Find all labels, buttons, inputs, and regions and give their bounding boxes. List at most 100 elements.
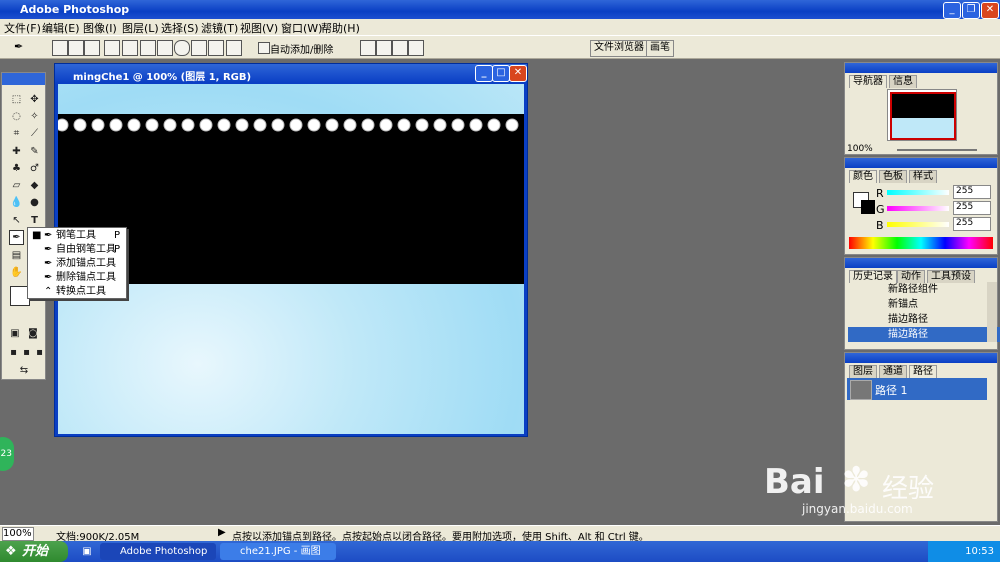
flyout-item-delete-anchor[interactable]: ✒ 删除锚点工具 [28, 271, 126, 285]
channel-b-value[interactable]: 255 [953, 217, 991, 231]
brushes-well[interactable]: 画笔 [646, 40, 674, 57]
menu-select[interactable]: 选择(S) [161, 20, 199, 36]
close-button[interactable]: ✕ [981, 2, 999, 19]
menu-filter[interactable]: 滤镜(T) [201, 20, 238, 36]
pen-preset-icon[interactable]: ✒ [14, 40, 28, 54]
bg-color-chip[interactable] [861, 200, 875, 214]
channel-b-slider[interactable] [887, 222, 949, 227]
panel-title-bar [845, 353, 997, 363]
fill-pixels-button[interactable] [84, 40, 100, 56]
flyout-item-add-anchor[interactable]: ✒ 添加锚点工具 [28, 257, 126, 271]
status-arrow-icon[interactable]: ▶ [218, 527, 226, 538]
watermark-brand2: 经验 [882, 474, 935, 504]
status-zoom[interactable]: 100% [2, 527, 34, 541]
rounded-rect-option[interactable] [157, 40, 173, 56]
history-scrollbar[interactable] [987, 282, 997, 342]
paint-bucket-icon[interactable]: ◆ [28, 179, 41, 192]
history-brush-icon[interactable]: ♂ [28, 162, 41, 175]
crop-icon[interactable]: ⌗ [10, 127, 23, 140]
menu-file[interactable]: 文件(F) [4, 20, 41, 36]
start-button[interactable]: ❖ 开始 [0, 541, 68, 562]
custom-shape-option[interactable] [226, 40, 242, 56]
combine-intersect-button[interactable] [392, 40, 408, 56]
path-select-icon[interactable]: ↖ [10, 214, 23, 227]
flyout-item-pen[interactable]: ■ ✒ 钢笔工具 P [28, 229, 126, 243]
menu-layer[interactable]: 图层(L) [122, 20, 159, 36]
navigator-thumbnail[interactable] [887, 89, 957, 141]
slice-icon[interactable]: ⟋ [28, 127, 41, 140]
magic-wand-icon[interactable]: ✧ [28, 110, 41, 123]
shape-layers-button[interactable] [52, 40, 68, 56]
tab-layers[interactable]: 图层 [849, 365, 877, 378]
flyout-item-convert-point[interactable]: ⌃ 转换点工具 [28, 285, 126, 299]
auto-add-delete-checkbox[interactable] [258, 42, 270, 54]
image-canvas[interactable] [58, 84, 524, 434]
menu-help[interactable]: 帮助(H) [321, 20, 360, 36]
dodge-icon[interactable]: ● [28, 196, 41, 209]
path-name: 路径 1 [875, 384, 908, 397]
pen-tool-option[interactable] [104, 40, 120, 56]
tab-info[interactable]: 信息 [889, 75, 917, 88]
doc-minimize-button[interactable]: _ [475, 65, 493, 82]
healing-brush-icon[interactable]: ✚ [10, 145, 23, 158]
type-icon[interactable]: T [28, 214, 41, 227]
ellipse-option[interactable] [174, 40, 190, 56]
line-option[interactable] [208, 40, 224, 56]
tab-swatches[interactable]: 色板 [879, 170, 907, 183]
channel-g-slider[interactable] [887, 206, 949, 211]
menu-view[interactable]: 视图(V) [240, 20, 278, 36]
notes-icon[interactable]: ▤ [10, 249, 23, 262]
channel-g-value[interactable]: 255 [953, 201, 991, 215]
task-photoshop[interactable]: Adobe Photoshop [100, 543, 216, 560]
paths-button[interactable] [68, 40, 84, 56]
screen-mode-1-icon[interactable]: ▪ [7, 346, 20, 359]
menu-window[interactable]: 窗口(W) [281, 20, 322, 36]
combine-exclude-button[interactable] [408, 40, 424, 56]
lasso-icon[interactable]: ◌ [10, 110, 23, 123]
doc-maximize-button[interactable]: □ [492, 65, 510, 82]
freeform-pen-option[interactable] [122, 40, 138, 56]
menu-bar: 文件(F) 编辑(E) 图像(I) 图层(L) 选择(S) 滤镜(T) 视图(V… [0, 19, 1000, 35]
eraser-icon[interactable]: ▱ [10, 179, 23, 192]
combine-subtract-button[interactable] [376, 40, 392, 56]
brush-icon[interactable]: ✎ [28, 145, 41, 158]
navigator-zoom[interactable]: 100% [847, 144, 873, 154]
rectangle-option[interactable] [140, 40, 156, 56]
history-item[interactable]: 描边路径 [848, 312, 1000, 327]
history-item[interactable]: 新锚点 [848, 297, 1000, 312]
minimize-button[interactable]: _ [943, 2, 961, 19]
channel-r-value[interactable]: 255 [953, 185, 991, 199]
clone-stamp-icon[interactable]: ♣ [10, 162, 23, 175]
combine-add-button[interactable] [360, 40, 376, 56]
path-row[interactable]: 路径 1 [847, 378, 987, 400]
screen-mode-3-icon[interactable]: ▪ [33, 346, 46, 359]
channel-r-slider[interactable] [887, 190, 949, 195]
task-paint[interactable]: che21.JPG - 画图 [220, 543, 336, 560]
standard-mode-icon[interactable]: ▣ [8, 327, 22, 340]
tab-paths[interactable]: 路径 [909, 365, 937, 378]
color-spectrum-bar[interactable] [849, 237, 993, 249]
history-item[interactable]: 新路径组件 [848, 282, 1000, 297]
restore-button[interactable]: ❐ [962, 2, 980, 19]
history-item-selected[interactable]: 描边路径 [848, 327, 1000, 342]
blur-icon[interactable]: 💧 [10, 196, 23, 209]
pen-tool-icon[interactable]: ✒ [9, 230, 24, 245]
quick-launch-icon[interactable]: ▣ [76, 543, 98, 560]
doc-close-button[interactable]: ✕ [509, 65, 527, 82]
tab-color[interactable]: 颜色 [849, 170, 877, 183]
move-icon[interactable]: ✥ [28, 93, 41, 106]
navigator-zoom-slider[interactable] [897, 149, 977, 151]
quick-mask-icon[interactable]: ◙ [26, 327, 40, 340]
tab-channels[interactable]: 通道 [879, 365, 907, 378]
polygon-option[interactable] [191, 40, 207, 56]
marquee-icon[interactable]: ⬚ [10, 93, 23, 106]
file-browser-well[interactable]: 文件浏览器 [590, 40, 648, 57]
menu-image[interactable]: 图像(I) [83, 20, 117, 36]
menu-edit[interactable]: 编辑(E) [42, 20, 80, 36]
tab-styles[interactable]: 样式 [909, 170, 937, 183]
jump-to-imageready-icon[interactable]: ⇆ [10, 364, 38, 377]
tab-navigator[interactable]: 导航器 [849, 75, 887, 88]
hand-icon[interactable]: ✋ [10, 266, 23, 279]
screen-mode-2-icon[interactable]: ▪ [20, 346, 33, 359]
flyout-item-freeform-pen[interactable]: ✒ 自由钢笔工具 P [28, 243, 126, 257]
